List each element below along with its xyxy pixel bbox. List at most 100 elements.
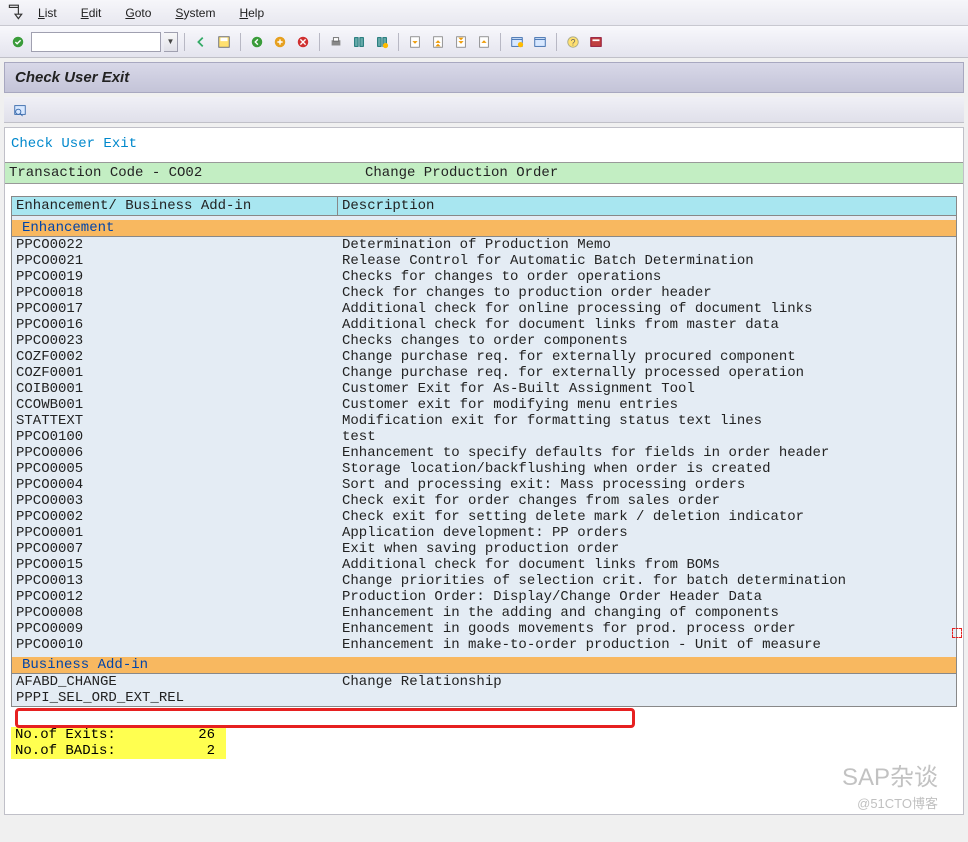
command-dropdown-icon[interactable]: ▼ (164, 32, 178, 52)
cell-desc: Change purchase req. for externally proc… (338, 349, 956, 365)
table-row[interactable]: PPPI_SEL_ORD_EXT_REL (12, 690, 956, 706)
menu-edit[interactable]: Edit (71, 4, 112, 22)
enter-icon[interactable] (8, 32, 28, 52)
table-row[interactable]: COZF0002Change purchase req. for externa… (12, 349, 956, 365)
cell-desc: Sort and processing exit: Mass processin… (338, 477, 956, 493)
cell-code: PPCO0015 (12, 557, 338, 573)
cell-code: PPCO0100 (12, 429, 338, 445)
table-row[interactable]: PPCO0001Application development: PP orde… (12, 525, 956, 541)
table-row[interactable]: COZF0001Change purchase req. for externa… (12, 365, 956, 381)
table-row[interactable]: PPCO0100test (12, 429, 956, 445)
last-page-icon[interactable] (474, 32, 494, 52)
cell-desc: Application development: PP orders (338, 525, 956, 541)
table-row[interactable]: PPCO0010Enhancement in make-to-order pro… (12, 637, 956, 653)
result-table: Enhancement/ Business Add-in Description… (11, 196, 957, 707)
details-icon[interactable] (10, 100, 30, 120)
cell-code: PPCO0002 (12, 509, 338, 525)
cell-code: PPCO0023 (12, 333, 338, 349)
summary-label: No.of BADis: (11, 743, 171, 759)
find-next-icon[interactable] (372, 32, 392, 52)
cell-desc: Enhancement to specify defaults for fiel… (338, 445, 956, 461)
table-row[interactable]: PPCO0005Storage location/backflushing wh… (12, 461, 956, 477)
table-row[interactable]: PPCO0018Check for changes to production … (12, 285, 956, 301)
table-row[interactable]: PPCO0007Exit when saving production orde… (12, 541, 956, 557)
menu-goto[interactable]: Goto (115, 4, 161, 22)
cell-desc: Enhancement in make-to-order production … (338, 637, 956, 653)
table-row[interactable]: PPCO0016Additional check for document li… (12, 317, 956, 333)
highlight-annotation (15, 708, 635, 728)
table-row[interactable]: PPCO0012Production Order: Display/Change… (12, 589, 956, 605)
cell-code: AFABD_CHANGE (12, 674, 338, 690)
table-row[interactable]: PPCO0006Enhancement to specify defaults … (12, 445, 956, 461)
table-row[interactable]: CCOWB001Customer exit for modifying menu… (12, 397, 956, 413)
table-row[interactable]: PPCO0015Additional check for document li… (12, 557, 956, 573)
summary-row: No.of BADis:2 (11, 743, 226, 759)
prev-page-icon[interactable] (428, 32, 448, 52)
help-icon[interactable]: ? (563, 32, 583, 52)
cell-code: PPCO0012 (12, 589, 338, 605)
back-green-icon[interactable] (247, 32, 267, 52)
svg-text:?: ? (571, 37, 576, 47)
first-page-icon[interactable] (405, 32, 425, 52)
table-row[interactable]: COIB0001Customer Exit for As-Built Assig… (12, 381, 956, 397)
table-row[interactable]: AFABD_CHANGEChange Relationship (12, 674, 956, 690)
cell-desc: Checks changes to order components (338, 333, 956, 349)
cell-desc: Exit when saving production order (338, 541, 956, 557)
menubar: List Edit Goto System Help (0, 0, 968, 26)
save-icon[interactable] (214, 32, 234, 52)
separator (500, 33, 501, 51)
table-row[interactable]: PPCO0017Additional check for online proc… (12, 301, 956, 317)
summary-value: 26 (171, 727, 221, 743)
command-field[interactable] (31, 32, 161, 52)
menu-system[interactable]: System (165, 4, 225, 22)
cell-desc: Additional check for online processing o… (338, 301, 956, 317)
cell-code: PPCO0018 (12, 285, 338, 301)
shortcut-icon[interactable] (530, 32, 550, 52)
table-row[interactable]: PPCO0013Change priorities of selection c… (12, 573, 956, 589)
table-row[interactable]: PPCO0009Enhancement in goods movements f… (12, 621, 956, 637)
summary-value: 2 (171, 743, 221, 759)
menu-command-icon[interactable] (6, 4, 24, 22)
cell-code: STATTEXT (12, 413, 338, 429)
col-description: Description (338, 197, 956, 215)
find-icon[interactable] (349, 32, 369, 52)
new-session-icon[interactable] (507, 32, 527, 52)
cell-desc: Check for changes to production order he… (338, 285, 956, 301)
red-marker-icon (952, 628, 962, 638)
badi-rows: AFABD_CHANGEChange RelationshipPPPI_SEL_… (12, 674, 956, 706)
page-title: Check User Exit (4, 62, 964, 93)
print-icon[interactable] (326, 32, 346, 52)
table-row[interactable]: PPCO0002Check exit for setting delete ma… (12, 509, 956, 525)
cell-code: PPCO0007 (12, 541, 338, 557)
cancel-icon[interactable] (293, 32, 313, 52)
table-row[interactable]: PPCO0008Enhancement in the adding and ch… (12, 605, 956, 621)
cell-desc: Change Relationship (338, 674, 956, 690)
cell-code: CCOWB001 (12, 397, 338, 413)
table-row[interactable]: PPCO0021Release Control for Automatic Ba… (12, 253, 956, 269)
cell-code: PPCO0003 (12, 493, 338, 509)
table-row[interactable]: PPCO0004Sort and processing exit: Mass p… (12, 477, 956, 493)
cell-desc: Release Control for Automatic Batch Dete… (338, 253, 956, 269)
menu-help[interactable]: Help (229, 4, 274, 22)
table-row[interactable]: PPCO0023Checks changes to order componen… (12, 333, 956, 349)
watermark-attribution: @51CTO博客 (857, 793, 938, 812)
cell-code: PPCO0016 (12, 317, 338, 333)
cell-desc: Change purchase req. for externally proc… (338, 365, 956, 381)
col-enhancement: Enhancement/ Business Add-in (12, 197, 338, 215)
table-row[interactable]: PPCO0022Determination of Production Memo (12, 237, 956, 253)
cell-desc: Enhancement in goods movements for prod.… (338, 621, 956, 637)
cell-code: PPCO0001 (12, 525, 338, 541)
exit-icon[interactable] (270, 32, 290, 52)
table-row[interactable]: PPCO0019Checks for changes to order oper… (12, 269, 956, 285)
menu-list[interactable]: List (28, 4, 67, 22)
cell-desc: Determination of Production Memo (338, 237, 956, 253)
back-icon[interactable] (191, 32, 211, 52)
cell-desc: Storage location/backflushing when order… (338, 461, 956, 477)
layout-icon[interactable] (586, 32, 606, 52)
table-row[interactable]: STATTEXTModification exit for formatting… (12, 413, 956, 429)
table-row[interactable]: PPCO0003Check exit for order changes fro… (12, 493, 956, 509)
cell-desc: Additional check for document links from… (338, 557, 956, 573)
cell-code: PPCO0019 (12, 269, 338, 285)
transaction-code-label: Transaction Code - CO02 (9, 165, 365, 181)
next-page-icon[interactable] (451, 32, 471, 52)
